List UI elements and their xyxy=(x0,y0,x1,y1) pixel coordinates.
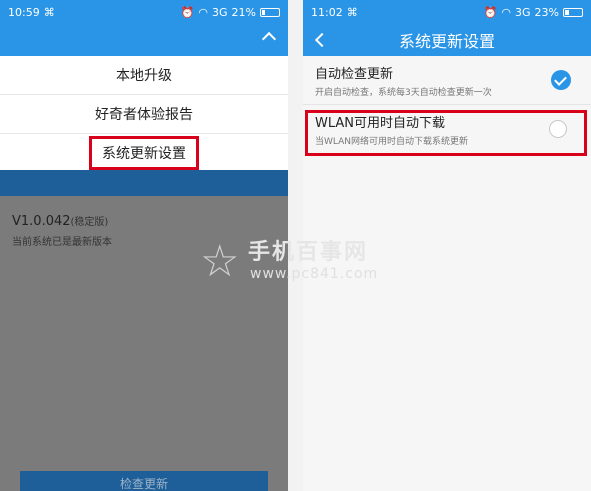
setting-auto-check[interactable]: 自动检查更新 开启自动检查，系统每3天自动检查更新一次 xyxy=(303,56,591,104)
highlight-box: 系统更新设置 xyxy=(89,136,199,170)
status-bar: 10:59 ⌘ ⏰ ◠ 3G 21% xyxy=(0,0,288,24)
menu-item-label: 系统更新设置 xyxy=(102,146,186,162)
status-bar: 11:02 ⌘ ⏰ ◠ 3G 23% xyxy=(303,0,591,24)
watermark-url: www.pc841.com xyxy=(250,266,379,282)
chevron-up-icon[interactable] xyxy=(261,31,277,47)
watermark: ☆ 手机百事网 www.pc841.com xyxy=(200,232,390,292)
wifi-icon: ◠ xyxy=(501,5,512,19)
network-type: 3G xyxy=(515,5,531,19)
check-circle-icon[interactable] xyxy=(551,70,571,90)
setting-title: 自动检查更新 xyxy=(315,66,394,82)
alarm-icon: ⏰ xyxy=(483,5,498,19)
menu-item-label: 好奇者体验报告 xyxy=(95,107,193,123)
app-bar xyxy=(0,24,288,56)
dropdown-menu: 本地升级 好奇者体验报告 系统更新设置 xyxy=(0,56,288,172)
status-time: 11:02 xyxy=(311,5,343,19)
network-type: 3G xyxy=(212,5,228,19)
status-time: 10:59 xyxy=(8,5,40,19)
version-tag: (稳定版) xyxy=(70,217,109,228)
dimmed-background: V1.0.042(稳定版) 当前系统已是最新版本 检查更新 xyxy=(0,170,288,491)
battery-percent: 21% xyxy=(231,5,256,19)
star-logo-icon: ☆ xyxy=(200,236,240,287)
watermark-text: 手机百事网 xyxy=(248,240,369,265)
notification-icon: ⌘ xyxy=(43,5,55,19)
check-update-button[interactable]: 检查更新 xyxy=(20,471,268,491)
version-info: V1.0.042(稳定版) 当前系统已是最新版本 xyxy=(12,210,112,248)
header-band xyxy=(0,170,288,196)
notification-icon: ⌘ xyxy=(346,5,358,19)
menu-item-local-upgrade[interactable]: 本地升级 xyxy=(0,56,288,95)
battery-percent: 23% xyxy=(534,5,559,19)
version-status: 当前系统已是最新版本 xyxy=(12,237,112,248)
wifi-icon: ◠ xyxy=(198,5,209,19)
menu-item-label: 本地升级 xyxy=(116,68,172,84)
battery-icon xyxy=(260,7,280,17)
setting-desc: 开启自动检查，系统每3天自动检查更新一次 xyxy=(315,87,492,98)
alarm-icon: ⏰ xyxy=(180,5,195,19)
menu-item-experience-report[interactable]: 好奇者体验报告 xyxy=(0,95,288,134)
battery-icon xyxy=(563,7,583,17)
menu-item-update-settings[interactable]: 系统更新设置 xyxy=(0,134,288,172)
version-number: V1.0.042 xyxy=(12,214,71,229)
highlight-box xyxy=(305,110,587,156)
app-bar: 系统更新设置 xyxy=(303,24,591,56)
page-title: 系统更新设置 xyxy=(398,32,495,51)
